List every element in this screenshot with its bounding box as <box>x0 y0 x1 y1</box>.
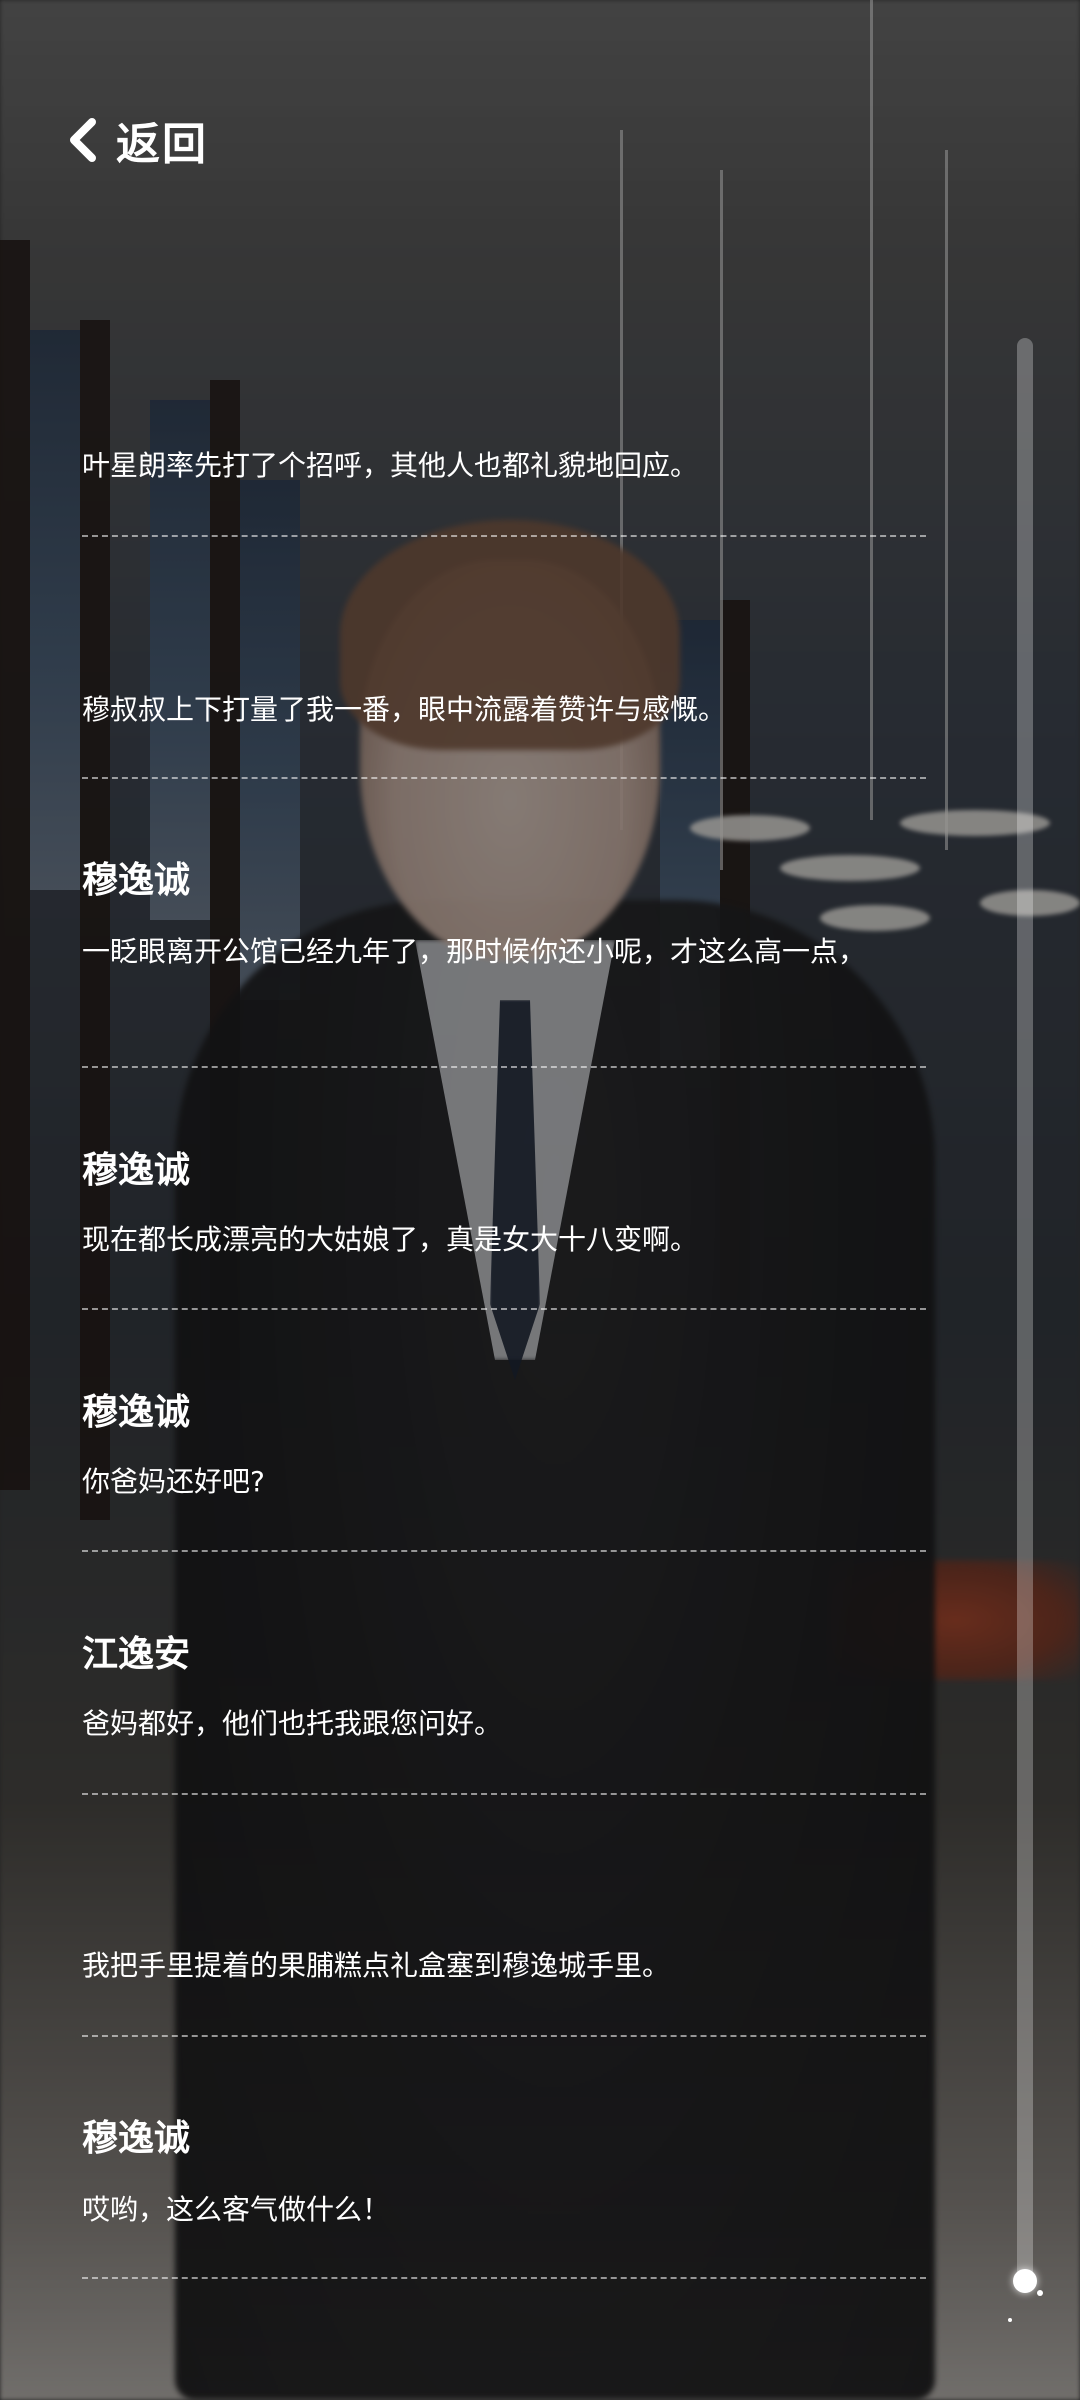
sparkle-dot <box>1008 2318 1012 2322</box>
sparkle-dot <box>1037 2290 1043 2296</box>
log-text: 叶星朗率先打了个招呼，其他人也都礼貌地回应。 <box>82 449 699 482</box>
chevron-left-icon <box>62 114 106 166</box>
speaker-name: 穆逸诚 <box>82 2117 191 2159</box>
entry-divider <box>82 1793 926 1795</box>
log-text: 哎哟，这么客气做什么！ <box>82 2193 391 2226</box>
speaker-name: 穆逸诚 <box>82 859 191 901</box>
backlog-screen: 返回 叶星朗率先打了个招呼，其他人也都礼貌地回应。 穆叔叔上下打量了我一番，眼中… <box>0 0 1080 2400</box>
entry-divider <box>82 2277 926 2279</box>
speaker-name: 穆逸诚 <box>82 1149 191 1191</box>
speaker-name: 江逸安 <box>82 1633 191 1675</box>
log-text: 现在都长成漂亮的大姑娘了，真是女大十八变啊。 <box>82 1223 699 1256</box>
entry-divider <box>82 1550 926 1552</box>
entry-divider <box>82 2035 926 2037</box>
log-text: 一眨眼离开公馆已经九年了，那时候你还小呢，才这么高一点， <box>82 935 867 968</box>
entry-divider <box>82 1066 926 1068</box>
dim-overlay <box>0 0 1080 2400</box>
speaker-name: 穆逸诚 <box>82 1391 191 1433</box>
scrollbar-track[interactable] <box>1017 338 1033 2293</box>
log-text: 穆叔叔上下打量了我一番，眼中流露着赞许与感慨。 <box>82 693 727 726</box>
scrollbar-thumb[interactable] <box>1013 2269 1037 2293</box>
entry-divider <box>82 535 926 537</box>
back-label: 返回 <box>116 119 208 170</box>
entry-divider <box>82 1308 926 1310</box>
log-text: 你爸妈还好吧? <box>82 1465 265 1498</box>
back-button[interactable]: 返回 <box>62 108 208 172</box>
log-text: 爸妈都好，他们也托我跟您问好。 <box>82 1707 503 1740</box>
log-text: 我把手里提着的果脯糕点礼盒塞到穆逸城手里。 <box>82 1949 671 1982</box>
entry-divider <box>82 777 926 779</box>
